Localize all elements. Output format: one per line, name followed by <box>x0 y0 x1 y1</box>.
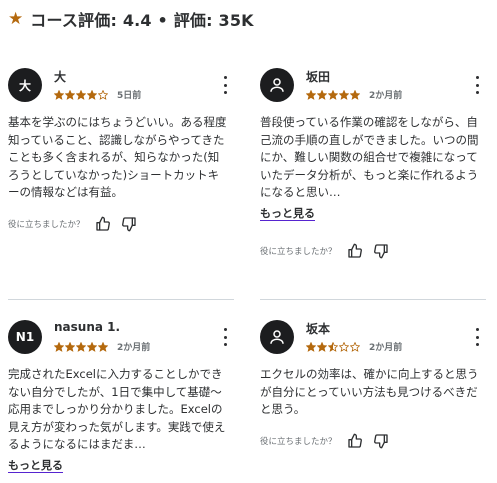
review-text: エクセルの効率は、確かに向上すると思うが自分にとっていい方法も見つけるべきだと思… <box>260 367 479 416</box>
review-date: 2か月前 <box>117 343 151 353</box>
review-date: 2か月前 <box>369 343 403 353</box>
divider <box>8 299 234 300</box>
avatar <box>260 68 294 102</box>
course-rating-header: ★ コース評価: 4.4 • 評価: 35K <box>8 6 254 32</box>
avatar <box>260 320 294 354</box>
star-full-icon <box>306 89 316 100</box>
avatar-initials: 大 <box>18 78 31 93</box>
reviewer-name: 坂本 <box>306 322 331 336</box>
review-date: 2か月前 <box>369 91 403 101</box>
star-rating <box>306 89 361 100</box>
star-full-icon <box>87 341 97 352</box>
star-full-icon <box>54 89 64 100</box>
thumbs-up-icon[interactable] <box>347 243 363 259</box>
avatar: 大 <box>8 68 42 102</box>
star-full-icon <box>98 341 108 352</box>
review-text: 基本を学ぶのにはちょうどいい。ある程度知っていること、認識しながらやってきたこと… <box>8 115 227 199</box>
review-card: 坂本 2か月前 エクセルの効率は、確かに向上すると思うが自分にとっていい方法も見… <box>260 320 490 449</box>
show-more-link[interactable]: もっと見る <box>260 205 315 221</box>
helpful-question: 役に立ちましたか？ <box>260 246 337 257</box>
thumbs-up-icon[interactable] <box>95 216 111 232</box>
user-icon <box>270 330 284 344</box>
star-icon: ★ <box>8 8 24 29</box>
avatar: N1 <box>8 320 42 354</box>
review-card: 坂田 2か月前 普段使っている作業の確認をしながら、自己流の手順の直しができまし… <box>260 68 490 259</box>
course-rating-title: コース評価: 4.4 • 評価: 35K <box>30 11 254 30</box>
more-options-icon[interactable] <box>220 76 230 94</box>
reviewer-name: nasuna 1. <box>54 320 121 334</box>
avatar-initials: N1 <box>15 330 35 344</box>
star-full-icon <box>339 89 349 100</box>
star-rating <box>54 341 109 352</box>
helpful-question: 役に立ちましたか？ <box>8 219 85 230</box>
star-full-icon <box>65 341 75 352</box>
review-card: N1 nasuna 1. 2か月前 完成されたExcelに入力することしかできな… <box>8 320 238 473</box>
show-more-link[interactable]: もっと見る <box>8 457 63 473</box>
user-icon <box>270 78 284 92</box>
star-empty-icon <box>98 89 108 100</box>
star-empty-icon <box>350 341 360 352</box>
review-date: 5日前 <box>117 91 142 101</box>
reviewer-name: 坂田 <box>306 70 331 84</box>
thumbs-down-icon[interactable] <box>373 243 389 259</box>
reviewer-name: 大 <box>54 70 67 84</box>
review-card: 大 大 5日前 基本を学ぶのにはちょうどいい。ある程度知っていること、認識しなが… <box>8 68 238 232</box>
review-text: 完成されたExcelに入力することしかできない自分でしたが、1日で集中して基礎〜… <box>8 367 226 451</box>
divider <box>260 299 486 300</box>
more-options-icon[interactable] <box>472 76 482 94</box>
more-options-icon[interactable] <box>472 328 482 346</box>
star-rating <box>306 341 361 352</box>
review-text: 普段使っている作業の確認をしながら、自己流の手順の直しができました。いつの間にか… <box>260 115 479 199</box>
helpful-question: 役に立ちましたか？ <box>260 436 337 447</box>
star-full-icon <box>317 89 327 100</box>
star-full-icon <box>65 89 75 100</box>
star-empty-icon <box>339 341 349 352</box>
star-full-icon <box>76 341 86 352</box>
more-options-icon[interactable] <box>220 328 230 346</box>
star-full-icon <box>76 89 86 100</box>
star-full-icon <box>317 341 327 352</box>
star-half-icon <box>328 341 338 352</box>
star-full-icon <box>328 89 338 100</box>
star-full-icon <box>54 341 64 352</box>
thumbs-down-icon[interactable] <box>121 216 137 232</box>
thumbs-up-icon[interactable] <box>347 433 363 449</box>
star-full-icon <box>306 341 316 352</box>
star-full-icon <box>87 89 97 100</box>
star-rating <box>54 89 109 100</box>
thumbs-down-icon[interactable] <box>373 433 389 449</box>
star-full-icon <box>350 89 360 100</box>
